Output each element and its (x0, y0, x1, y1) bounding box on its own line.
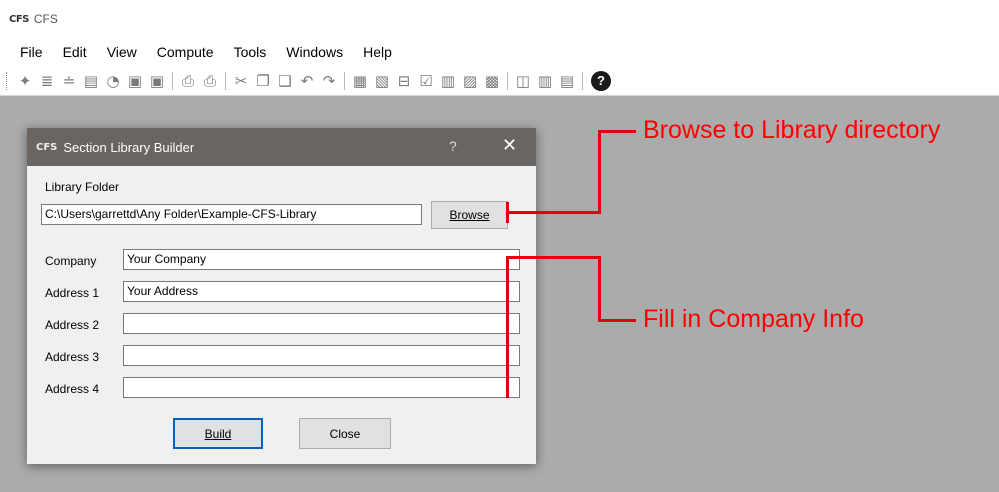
menu-view[interactable]: View (97, 38, 147, 66)
browse-callout-line-bottom (506, 211, 601, 214)
section-library-builder-dialog: CFS Section Library Builder ? ✕ Library … (27, 128, 536, 464)
app-title: CFS (33, 12, 58, 26)
company-input[interactable]: Your Company (123, 249, 520, 270)
image-icon[interactable]: ▨ (459, 70, 481, 92)
company-label: Company (45, 254, 97, 268)
address-1-label: Address 1 (45, 286, 100, 300)
company-callout-line-bottom (598, 319, 636, 322)
copy-icon[interactable]: ❐ (252, 70, 274, 92)
tile-vertical-icon[interactable]: ▥ (534, 70, 556, 92)
open-folder-icon[interactable]: ▤ (80, 70, 102, 92)
close-button-label: Close (329, 426, 361, 441)
edit-properties-icon[interactable]: ▧ (371, 70, 393, 92)
company-callout-line-vertical (598, 256, 601, 322)
browse-button-label: Browse (449, 208, 490, 222)
library-folder-label: Library Folder (45, 180, 120, 194)
analysis-icon[interactable]: ⊟ (393, 70, 415, 92)
menu-file[interactable]: File (0, 38, 53, 66)
paste-icon[interactable]: ❑ (274, 70, 296, 92)
dialog-title: Section Library Builder (63, 139, 195, 155)
redo-icon[interactable]: ↷ (318, 70, 340, 92)
menu-windows[interactable]: Windows (276, 38, 353, 66)
new-section-icon[interactable]: ✦ (14, 70, 36, 92)
build-button[interactable]: Build (173, 418, 263, 449)
report-icon[interactable]: ▥ (437, 70, 459, 92)
check-icon[interactable]: ☑ (415, 70, 437, 92)
save-as-icon[interactable]: ▣ (146, 70, 168, 92)
toolbar-separator (344, 71, 345, 90)
company-callout-line-top (506, 256, 601, 259)
browse-annotation: Browse to Library directory (643, 116, 941, 144)
browse-button[interactable]: Browse (431, 201, 508, 229)
address-2-label: Address 2 (45, 318, 100, 332)
menu-edit[interactable]: Edit (53, 38, 97, 66)
dialog-help-button[interactable]: ? (449, 138, 457, 154)
toolbar-separator (582, 71, 583, 90)
toolbar-separator (225, 71, 226, 90)
build-button-label: Build (204, 426, 232, 441)
browse-callout-line-vertical (598, 130, 601, 214)
browse-callout-tick (506, 202, 509, 223)
cascade-windows-icon[interactable]: ◫ (512, 70, 534, 92)
tile-horizontal-icon[interactable]: ▤ (556, 70, 578, 92)
app-logo: CFS (9, 13, 29, 25)
menu-compute[interactable]: Compute (147, 38, 224, 66)
save-icon[interactable]: ▣ (124, 70, 146, 92)
app-title-bar: CFS CFS (0, 0, 999, 38)
grid-section-icon[interactable]: ≣ (36, 70, 58, 92)
toolbar-separator (507, 71, 508, 90)
address-3-input[interactable] (123, 345, 520, 366)
print-preview-icon[interactable]: ⎙ (177, 70, 199, 92)
menu-bar: File Edit View Compute Tools Windows Hel… (0, 38, 999, 66)
shape-section-icon[interactable]: ≐ (58, 70, 80, 92)
toolbar-separator (172, 71, 173, 90)
properties-icon[interactable]: ▦ (349, 70, 371, 92)
cut-icon[interactable]: ✂ (230, 70, 252, 92)
toolbar: ✦ ≣ ≐ ▤ ◔ ▣ ▣ ⎙ ⎙ ✂ ❐ ❑ ↶ ↷ ▦ ▧ ⊟ ☑ ▥ ▨ ▩ ◫ ▥ ▤? (0, 66, 999, 96)
menu-tools[interactable]: Tools (224, 38, 277, 66)
company-annotation: Fill in Company Info (643, 305, 864, 333)
address-3-label: Address 3 (45, 350, 100, 364)
open-recent-icon[interactable]: ◔ (102, 70, 124, 92)
library-folder-input[interactable]: C:\Users\garrettd\Any Folder\Example-CFS… (41, 204, 422, 225)
graph-icon[interactable]: ▩ (481, 70, 503, 92)
dialog-logo: CFS (36, 141, 58, 153)
dialog-title-bar[interactable]: CFS Section Library Builder (27, 128, 536, 166)
company-callout-bracket (506, 256, 509, 398)
address-1-input[interactable]: Your Address (123, 281, 520, 302)
close-button[interactable]: Close (299, 418, 391, 449)
menu-help[interactable]: Help (353, 38, 402, 66)
dialog-close-icon[interactable]: ✕ (502, 135, 517, 156)
browse-callout-line-top (598, 130, 636, 133)
undo-icon[interactable]: ↶ (296, 70, 318, 92)
toolbar-grip[interactable] (6, 71, 10, 90)
address-4-label: Address 4 (45, 382, 100, 396)
address-2-input[interactable] (123, 313, 520, 334)
address-4-input[interactable] (123, 377, 520, 398)
help-icon[interactable]: ? (591, 70, 611, 91)
print-icon[interactable]: ⎙ (199, 70, 221, 92)
